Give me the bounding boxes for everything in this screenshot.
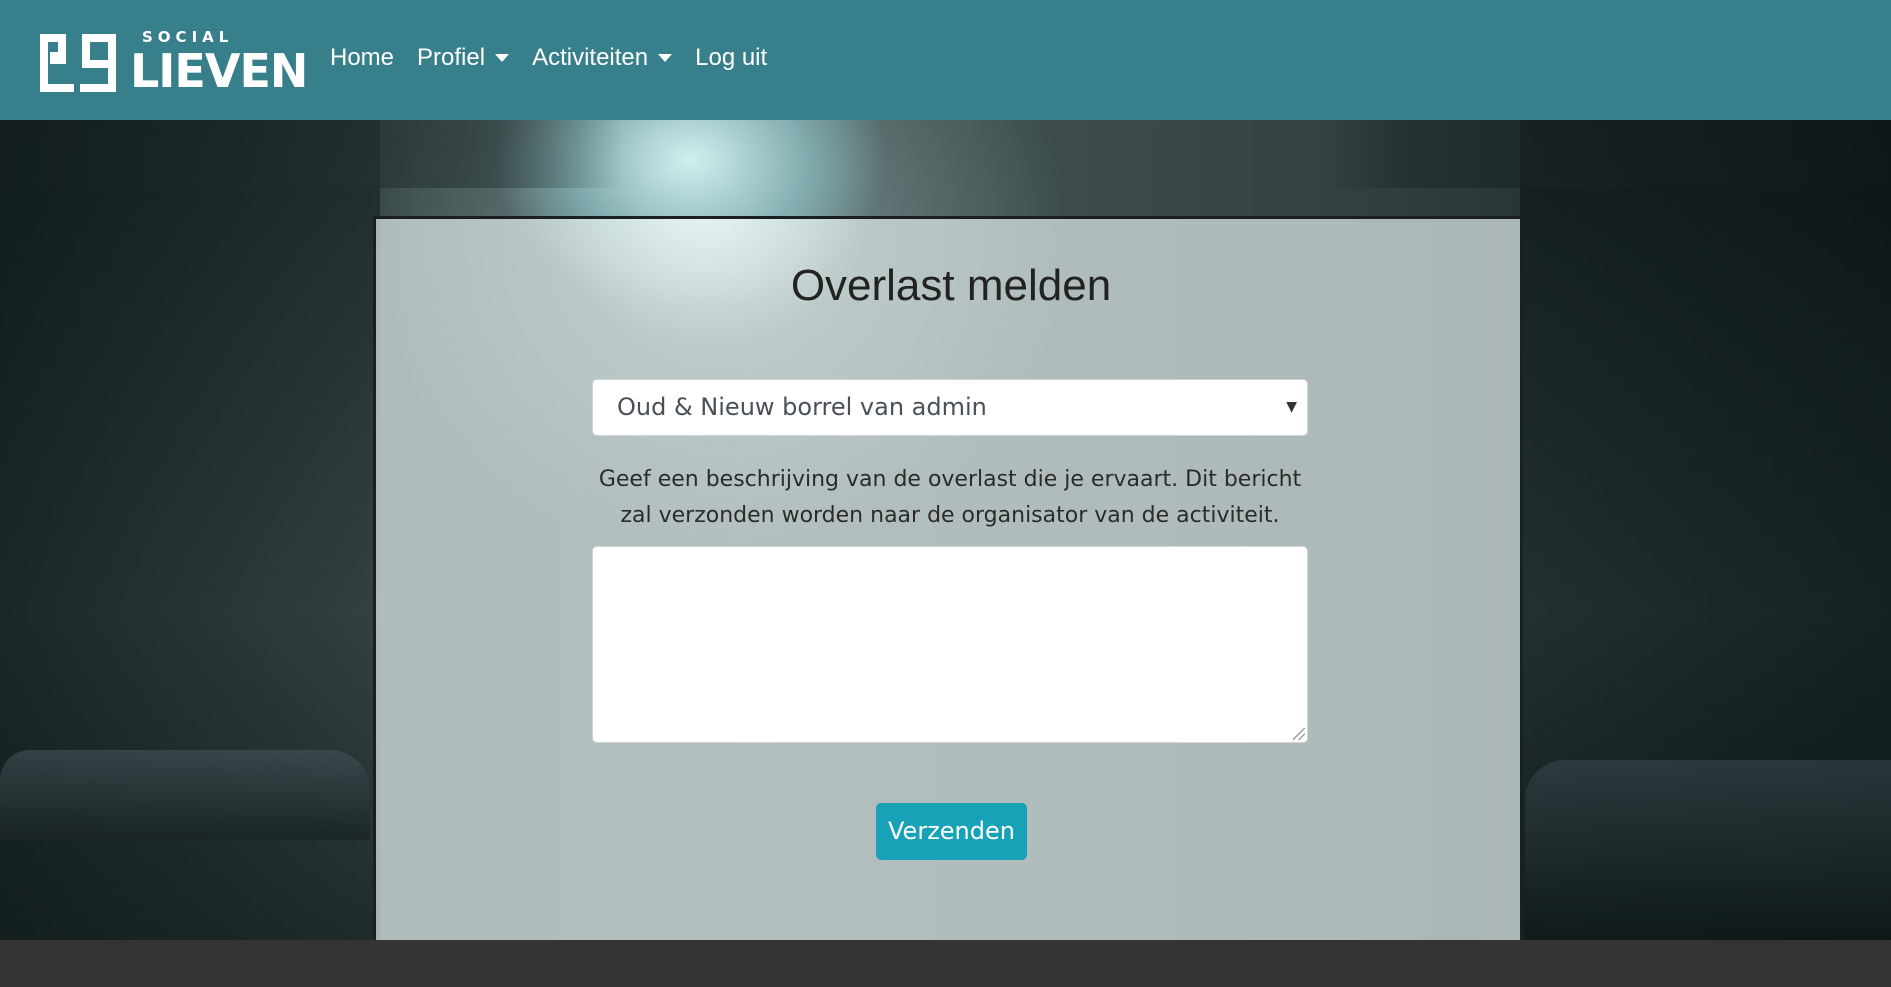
caret-down-icon bbox=[658, 54, 673, 62]
report-form-panel: Overlast melden Oud & Nieuw borrel van a… bbox=[373, 216, 1523, 940]
nav-profiel-dropdown[interactable]: Profiel bbox=[417, 44, 510, 72]
background-cars-left bbox=[0, 750, 370, 840]
footer bbox=[0, 940, 1891, 987]
activity-select-value: Oud & Nieuw borrel van admin bbox=[617, 393, 987, 421]
page-title: Overlast melden bbox=[790, 261, 1112, 310]
caret-down-icon bbox=[495, 54, 510, 62]
description-textarea[interactable] bbox=[592, 546, 1308, 743]
activity-select[interactable]: Oud & Nieuw borrel van admin ▼ bbox=[592, 379, 1308, 436]
submit-button[interactable]: Verzenden bbox=[876, 803, 1027, 860]
nav-logout[interactable]: Log uit bbox=[695, 44, 767, 72]
navbar: SOCIAL LIEVEN Home Profiel Activiteiten … bbox=[0, 0, 1891, 120]
background-cars-right bbox=[1525, 760, 1891, 940]
nav-home[interactable]: Home bbox=[330, 44, 394, 72]
main-nav: Home Profiel Activiteiten Log uit bbox=[330, 44, 790, 72]
logo-mark-icon bbox=[40, 34, 116, 92]
nav-activiteiten-label: Activiteiten bbox=[532, 44, 649, 71]
nav-logout-label: Log uit bbox=[695, 44, 768, 71]
logo[interactable]: SOCIAL LIEVEN bbox=[36, 26, 308, 96]
resize-handle-icon[interactable] bbox=[1293, 728, 1305, 740]
select-arrow-icon: ▼ bbox=[1286, 399, 1297, 415]
form-description: Geef een beschrijving van de overlast di… bbox=[598, 467, 1302, 528]
nav-profiel-label: Profiel bbox=[417, 44, 486, 71]
nav-home-label: Home bbox=[330, 44, 395, 71]
logo-main-text: LIEVEN bbox=[130, 44, 308, 98]
nav-activiteiten-dropdown[interactable]: Activiteiten bbox=[532, 44, 673, 72]
background-band bbox=[0, 120, 1891, 188]
